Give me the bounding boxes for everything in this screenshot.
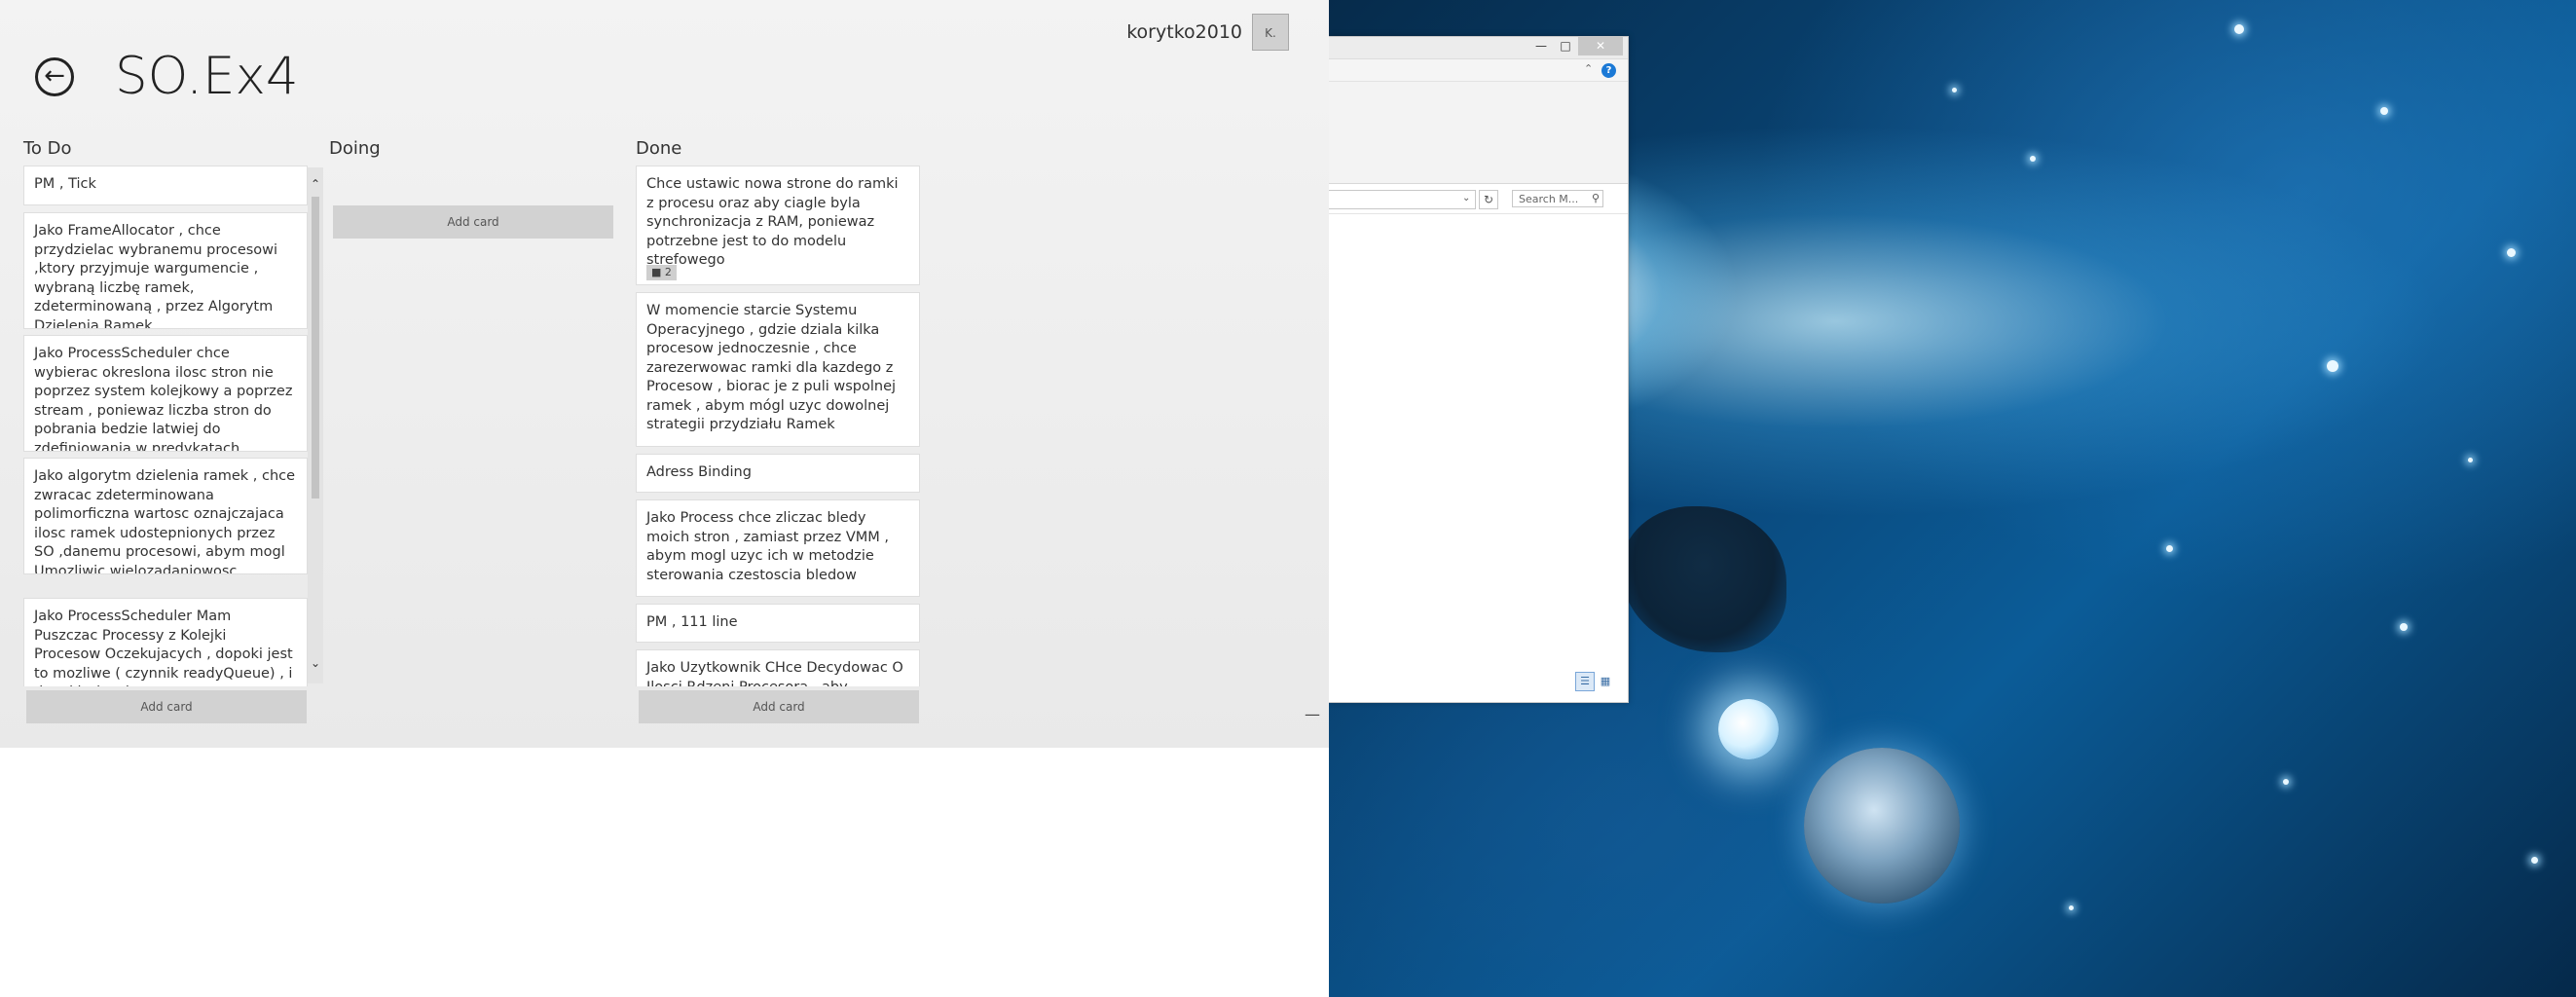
column-title-doing: Doing [329,138,381,159]
card[interactable]: Adress Binding [636,454,920,493]
card[interactable]: Jako FrameAllocator , chce przydzielac w… [23,212,308,329]
minimize-icon[interactable]: — [1305,705,1320,723]
refresh-icon[interactable]: ↻ [1479,190,1498,209]
star [2234,24,2244,34]
explorer-titlebar[interactable]: — □ ✕ [1329,37,1628,59]
star [2069,905,2074,910]
comment-count-badge: ■ 2 [646,265,677,280]
card[interactable]: Jako ProcessScheduler Mam Puszczac Proce… [23,598,308,686]
column-todo: PM , Tick Jako FrameAllocator , chce prz… [23,166,310,686]
maximize-icon[interactable]: □ [1554,37,1577,55]
column-title-todo: To Do [23,138,72,159]
scroll-down-icon[interactable]: ⌄ [308,656,323,670]
avatar[interactable]: K. [1252,14,1289,51]
explorer-ribbon-tabs: ⌃ ? [1329,59,1628,82]
star [2468,458,2473,462]
todo-scrollbar[interactable]: ⌃ ⌄ [308,167,323,683]
star [2507,248,2516,257]
card[interactable]: Jako Process chce zliczac bledy moich st… [636,499,920,597]
ribbon-collapse-icon[interactable]: ⌃ [1584,62,1593,75]
card[interactable]: PM , 111 line [636,604,920,643]
column-done: Chce ustawic nowa strone do ramki z proc… [636,166,922,686]
page-title: SO.Ex4 [115,47,299,106]
close-icon[interactable]: ✕ [1578,37,1623,55]
add-card-button-doing[interactable]: Add card [333,205,613,239]
nebula-silhouette [1621,506,1786,652]
card[interactable]: W momencie starcie Systemu Operacyjnego … [636,292,920,447]
search-icon[interactable]: ⚲ [1592,192,1600,204]
star [1952,88,1957,92]
glowing-moon [1718,699,1779,759]
back-arrow-icon[interactable]: ← [35,57,74,96]
star [2283,779,2289,785]
scroll-up-icon[interactable]: ⌃ [308,177,323,191]
add-card-button-done[interactable]: Add card [639,690,919,723]
card[interactable]: Jako ProcessScheduler chce wybierac okre… [23,335,308,452]
star [2327,360,2338,372]
search-input[interactable]: Search M... [1512,190,1603,207]
comment-count: 2 [664,266,672,278]
add-card-button-todo[interactable]: Add card [26,690,307,723]
kanban-app: korytko2010 K. ← SO.Ex4 To Do Doing Done… [0,0,1329,748]
star [2531,857,2538,864]
star [2380,107,2388,115]
help-icon[interactable]: ? [1601,63,1616,78]
star [2400,623,2408,631]
explorer-ribbon [1329,82,1628,184]
address-bar[interactable]: ⌄ [1329,190,1476,209]
card[interactable]: PM , Tick [23,166,308,205]
view-switcher: ☰ ▦ [1575,670,1616,691]
card-text: Chce ustawic nowa strone do ramki z proc… [646,176,899,268]
column-title-done: Done [636,138,682,159]
card[interactable]: Jako algorytm dzielenia ramek , chce zwr… [23,458,308,574]
large-icons-view-icon[interactable]: ▦ [1597,673,1614,690]
card[interactable]: Chce ustawic nowa strone do ramki z proc… [636,166,920,285]
star [2166,545,2173,552]
star [2030,156,2036,162]
minimize-icon[interactable]: — [1529,37,1553,55]
scroll-thumb[interactable] [312,197,319,498]
username: korytko2010 [1126,21,1242,43]
card[interactable]: Jako Uzytkownik CHce Decydowac O Ilosci … [636,649,920,686]
details-view-icon[interactable]: ☰ [1575,672,1595,691]
explorer-window[interactable]: — □ ✕ ⌃ ? ⌄ ↻ Search M... ⚲ ☰ ▦ [1329,36,1629,703]
explorer-address-row: ⌄ ↻ Search M... ⚲ [1329,184,1628,214]
chevron-down-icon[interactable]: ⌄ [1462,193,1470,203]
planet [1804,748,1960,904]
